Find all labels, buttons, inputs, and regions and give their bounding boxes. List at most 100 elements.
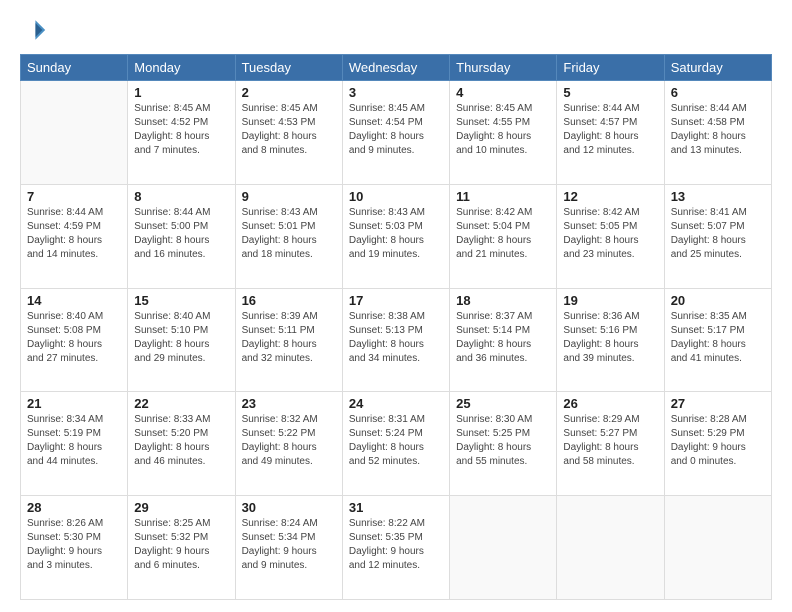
day-number: 8 [134,189,228,204]
calendar-cell: 8 Sunrise: 8:44 AM Sunset: 5:00 PM Daylig… [128,184,235,288]
calendar-cell: 15 Sunrise: 8:40 AM Sunset: 5:10 PM Dayli… [128,288,235,392]
cell-info: Sunrise: 8:26 AM Sunset: 5:30 PM Dayligh… [27,517,121,573]
calendar-cell: 13 Sunrise: 8:41 AM Sunset: 5:07 PM Dayli… [664,184,771,288]
calendar-cell: 7 Sunrise: 8:44 AM Sunset: 4:59 PM Daylig… [21,184,128,288]
weekday-sunday: Sunday [21,55,128,81]
calendar-cell: 6 Sunrise: 8:44 AM Sunset: 4:58 PM Daylig… [664,81,771,185]
cell-info: Sunrise: 8:45 AM Sunset: 4:55 PM Dayligh… [456,102,550,158]
cell-info: Sunrise: 8:28 AM Sunset: 5:29 PM Dayligh… [671,413,765,469]
cell-info: Sunrise: 8:35 AM Sunset: 5:17 PM Dayligh… [671,310,765,366]
weekday-monday: Monday [128,55,235,81]
cell-info: Sunrise: 8:45 AM Sunset: 4:54 PM Dayligh… [349,102,443,158]
calendar-cell: 11Sunrise: 8:42 AM Sunset: 5:04 PM Dayli… [450,184,557,288]
calendar-cell: 12 Sunrise: 8:42 AM Sunset: 5:05 PM Dayli… [557,184,664,288]
cell-info: Sunrise: 8:38 AM Sunset: 5:13 PM Dayligh… [349,310,443,366]
calendar-cell: 26Sunrise: 8:29 AM Sunset: 5:27 PM Dayli… [557,392,664,496]
weekday-friday: Friday [557,55,664,81]
cell-info: Sunrise: 8:31 AM Sunset: 5:24 PM Dayligh… [349,413,443,469]
day-number: 24 [349,396,443,411]
weekday-saturday: Saturday [664,55,771,81]
cell-info: Sunrise: 8:32 AM Sunset: 5:22 PM Dayligh… [242,413,336,469]
calendar-cell: 23Sunrise: 8:32 AM Sunset: 5:22 PM Dayli… [235,392,342,496]
day-number: 12 [563,189,657,204]
calendar-cell: 14Sunrise: 8:40 AM Sunset: 5:08 PM Dayli… [21,288,128,392]
cell-info: Sunrise: 8:42 AM Sunset: 5:05 PM Dayligh… [563,206,657,262]
cell-info: Sunrise: 8:44 AM Sunset: 4:59 PM Dayligh… [27,206,121,262]
cell-info: Sunrise: 8:42 AM Sunset: 5:04 PM Dayligh… [456,206,550,262]
cell-info: Sunrise: 8:40 AM Sunset: 5:10 PM Dayligh… [134,310,228,366]
calendar-cell: 27 Sunrise: 8:28 AM Sunset: 5:29 PM Dayli… [664,392,771,496]
calendar-cell: 17 Sunrise: 8:38 AM Sunset: 5:13 PM Dayli… [342,288,449,392]
header [20,16,772,44]
calendar-cell: 24 Sunrise: 8:31 AM Sunset: 5:24 PM Dayli… [342,392,449,496]
day-number: 30 [242,500,336,515]
day-number: 10 [349,189,443,204]
cell-info: Sunrise: 8:25 AM Sunset: 5:32 PM Dayligh… [134,517,228,573]
weekday-tuesday: Tuesday [235,55,342,81]
calendar-table: SundayMondayTuesdayWednesdayThursdayFrid… [20,54,772,600]
day-number: 19 [563,293,657,308]
week-row-1: 1Sunrise: 8:45 AM Sunset: 4:52 PM Daylig… [21,81,772,185]
day-number: 17 [349,293,443,308]
calendar-cell: 30 Sunrise: 8:24 AM Sunset: 5:34 PM Dayli… [235,496,342,600]
calendar-cell: 29 Sunrise: 8:25 AM Sunset: 5:32 PM Dayli… [128,496,235,600]
cell-info: Sunrise: 8:30 AM Sunset: 5:25 PM Dayligh… [456,413,550,469]
day-number: 27 [671,396,765,411]
cell-info: Sunrise: 8:33 AM Sunset: 5:20 PM Dayligh… [134,413,228,469]
page: SundayMondayTuesdayWednesdayThursdayFrid… [0,0,792,612]
cell-info: Sunrise: 8:37 AM Sunset: 5:14 PM Dayligh… [456,310,550,366]
week-row-2: 7 Sunrise: 8:44 AM Sunset: 4:59 PM Daylig… [21,184,772,288]
day-number: 13 [671,189,765,204]
day-number: 29 [134,500,228,515]
cell-info: Sunrise: 8:44 AM Sunset: 5:00 PM Dayligh… [134,206,228,262]
day-number: 2 [242,85,336,100]
day-number: 18 [456,293,550,308]
day-number: 3 [349,85,443,100]
day-number: 4 [456,85,550,100]
calendar-cell: 9Sunrise: 8:43 AM Sunset: 5:01 PM Daylig… [235,184,342,288]
day-number: 14 [27,293,121,308]
calendar-cell: 31 Sunrise: 8:22 AM Sunset: 5:35 PM Dayli… [342,496,449,600]
calendar-cell: 16Sunrise: 8:39 AM Sunset: 5:11 PM Dayli… [235,288,342,392]
calendar-cell: 5Sunrise: 8:44 AM Sunset: 4:57 PM Daylig… [557,81,664,185]
day-number: 20 [671,293,765,308]
weekday-thursday: Thursday [450,55,557,81]
day-number: 26 [563,396,657,411]
cell-info: Sunrise: 8:24 AM Sunset: 5:34 PM Dayligh… [242,517,336,573]
cell-info: Sunrise: 8:36 AM Sunset: 5:16 PM Dayligh… [563,310,657,366]
cell-info: Sunrise: 8:45 AM Sunset: 4:52 PM Dayligh… [134,102,228,158]
calendar-cell: 18 Sunrise: 8:37 AM Sunset: 5:14 PM Dayli… [450,288,557,392]
logo-icon [20,16,48,44]
calendar-cell: 22 Sunrise: 8:33 AM Sunset: 5:20 PM Dayli… [128,392,235,496]
day-number: 22 [134,396,228,411]
day-number: 31 [349,500,443,515]
calendar-cell [664,496,771,600]
day-number: 16 [242,293,336,308]
week-row-5: 28 Sunrise: 8:26 AM Sunset: 5:30 PM Dayli… [21,496,772,600]
day-number: 21 [27,396,121,411]
cell-info: Sunrise: 8:45 AM Sunset: 4:53 PM Dayligh… [242,102,336,158]
day-number: 15 [134,293,228,308]
day-number: 28 [27,500,121,515]
calendar-cell: 25 Sunrise: 8:30 AM Sunset: 5:25 PM Dayli… [450,392,557,496]
calendar-cell: 20 Sunrise: 8:35 AM Sunset: 5:17 PM Dayli… [664,288,771,392]
cell-info: Sunrise: 8:22 AM Sunset: 5:35 PM Dayligh… [349,517,443,573]
cell-info: Sunrise: 8:44 AM Sunset: 4:57 PM Dayligh… [563,102,657,158]
day-number: 7 [27,189,121,204]
day-number: 6 [671,85,765,100]
calendar-cell: 4 Sunrise: 8:45 AM Sunset: 4:55 PM Daylig… [450,81,557,185]
calendar-cell: 10Sunrise: 8:43 AM Sunset: 5:03 PM Dayli… [342,184,449,288]
week-row-3: 14Sunrise: 8:40 AM Sunset: 5:08 PM Dayli… [21,288,772,392]
logo [20,16,52,44]
day-number: 25 [456,396,550,411]
cell-info: Sunrise: 8:43 AM Sunset: 5:01 PM Dayligh… [242,206,336,262]
calendar-cell: 19 Sunrise: 8:36 AM Sunset: 5:16 PM Dayli… [557,288,664,392]
cell-info: Sunrise: 8:44 AM Sunset: 4:58 PM Dayligh… [671,102,765,158]
weekday-header-row: SundayMondayTuesdayWednesdayThursdayFrid… [21,55,772,81]
cell-info: Sunrise: 8:41 AM Sunset: 5:07 PM Dayligh… [671,206,765,262]
calendar-cell: 3 Sunrise: 8:45 AM Sunset: 4:54 PM Daylig… [342,81,449,185]
calendar-cell [557,496,664,600]
calendar-cell [450,496,557,600]
week-row-4: 21Sunrise: 8:34 AM Sunset: 5:19 PM Dayli… [21,392,772,496]
calendar-cell: 21Sunrise: 8:34 AM Sunset: 5:19 PM Dayli… [21,392,128,496]
